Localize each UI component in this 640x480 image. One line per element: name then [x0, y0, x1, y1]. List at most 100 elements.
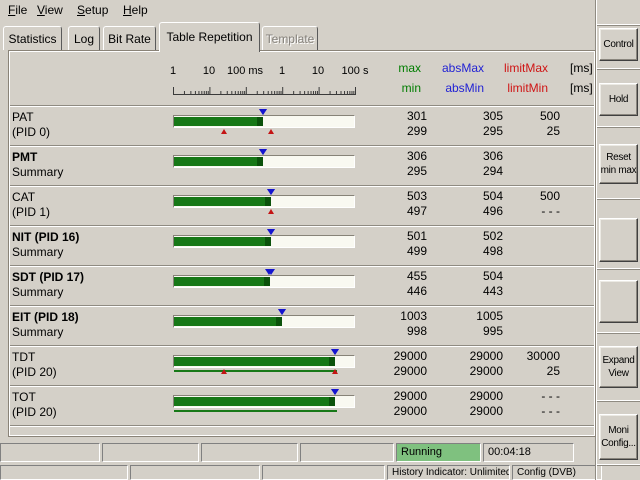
value-absmin: 498	[483, 244, 503, 258]
table-row: PAT(PID 0)30130550029929525	[0, 106, 640, 146]
repetition-bar	[173, 195, 355, 208]
bar-range-tip	[329, 397, 335, 406]
bar-range-tip	[257, 157, 263, 166]
scale-tick-label: 100 ms	[227, 65, 263, 77]
menu-view[interactable]: View	[37, 3, 63, 17]
bar-fill	[174, 397, 335, 406]
value-min: 497	[407, 204, 427, 218]
col-header-unit: [ms]	[570, 81, 593, 95]
abs-marker-icon	[267, 229, 275, 235]
scale-tick-label: 1	[279, 65, 285, 77]
value-absmax: 1005	[476, 309, 503, 323]
status-segment	[300, 443, 394, 462]
col-header-absmax: absMax	[442, 61, 484, 75]
abs-marker-icon	[259, 109, 267, 115]
limit-marker-icon	[268, 209, 274, 214]
limit-marker-icon	[268, 129, 274, 134]
row-sub: Summary	[12, 325, 63, 339]
row-name: TDT	[12, 350, 35, 364]
row-name: SDT (PID 17)	[12, 270, 84, 284]
value-absmax: 29000	[470, 349, 503, 363]
table-row: CAT(PID 1)503504500497496- - -	[0, 186, 640, 226]
value-max: 1003	[400, 309, 427, 323]
col-header-absmin: absMin	[445, 81, 484, 95]
bar-range-tip	[329, 357, 335, 366]
tab-log[interactable]: Log	[68, 26, 100, 50]
repetition-bar	[173, 395, 355, 408]
value-limitmax: 30000	[527, 349, 560, 363]
row-separator	[10, 265, 594, 267]
limit-marker-icon	[332, 369, 338, 374]
bar-fill	[174, 197, 271, 206]
table-row: TDT(PID 20)290002900030000290002900025	[0, 346, 640, 386]
table-row: PMTSummary306306295294	[0, 146, 640, 186]
bar-range-tip	[257, 117, 263, 126]
limit-marker-icon	[221, 369, 227, 374]
row-name: CAT	[12, 190, 35, 204]
value-limitmax: - - -	[541, 389, 560, 403]
limit-marker-icon	[221, 129, 227, 134]
table-row: TOT(PID 20)2900029000- - -2900029000- - …	[0, 386, 640, 426]
repetition-bar	[173, 355, 355, 368]
sidebar-ridge	[597, 24, 640, 26]
value-limitmin: 25	[547, 124, 560, 138]
col-header-limitmax: limitMax	[504, 61, 548, 75]
scale-tick-label: 10	[312, 65, 324, 77]
col-header-min: min	[402, 81, 421, 95]
abs-marker-icon	[259, 149, 267, 155]
table-row: NIT (PID 16)Summary501502499498	[0, 226, 640, 266]
value-min: 499	[407, 244, 427, 258]
bar-range-tip	[276, 317, 282, 326]
table-row: SDT (PID 17)Summary455504446443	[0, 266, 640, 306]
tab-statistics[interactable]: Statistics	[3, 26, 62, 50]
status-segment	[262, 465, 385, 480]
elapsed-time: 00:04:18	[483, 443, 574, 462]
bar-fill	[174, 317, 282, 326]
menubar: File View Setup Help	[0, 0, 640, 21]
control-button[interactable]: Control	[599, 28, 638, 61]
abs-marker-icon	[267, 189, 275, 195]
menu-setup[interactable]: Setup	[77, 3, 108, 17]
bar-fill	[174, 357, 335, 366]
value-min: 295	[407, 164, 427, 178]
bar-min-line	[174, 370, 337, 372]
row-sub: Summary	[12, 165, 63, 179]
value-min: 446	[407, 284, 427, 298]
history-indicator: History Indicator: Unlimited	[387, 465, 510, 480]
status-segment	[0, 465, 128, 480]
tab-template[interactable]: Template	[262, 26, 318, 50]
row-sub: (PID 20)	[12, 405, 57, 419]
tab-bit-rate[interactable]: Bit Rate	[103, 26, 156, 50]
repetition-bar	[173, 315, 355, 328]
running-indicator: Running	[396, 443, 481, 462]
row-sub: Summary	[12, 245, 63, 259]
value-max: 301	[407, 109, 427, 123]
value-limitmin: 25	[547, 364, 560, 378]
row-separator	[10, 105, 594, 107]
row-sub: (PID 0)	[12, 125, 50, 139]
tab-table-repetition[interactable]: Table Repetition	[159, 22, 260, 52]
value-absmin: 29000	[470, 404, 503, 418]
row-name: PAT	[12, 110, 34, 124]
value-min: 998	[407, 324, 427, 338]
value-absmin: 29000	[470, 364, 503, 378]
row-sub: (PID 1)	[12, 205, 50, 219]
value-min: 29000	[394, 364, 427, 378]
bar-range-tip	[265, 237, 271, 246]
row-name: PMT	[12, 150, 37, 164]
value-max: 455	[407, 269, 427, 283]
table-row: EIT (PID 18)Summary10031005998995	[0, 306, 640, 346]
value-absmin: 294	[483, 164, 503, 178]
value-min: 299	[407, 124, 427, 138]
row-separator	[10, 185, 594, 187]
row-separator	[10, 225, 594, 227]
value-limitmin: - - -	[541, 404, 560, 418]
row-separator	[10, 145, 594, 147]
row-separator	[10, 345, 594, 347]
menu-help[interactable]: Help	[123, 3, 148, 17]
scale-tick-label: 1	[170, 65, 176, 77]
sidebar-ridge	[597, 68, 640, 70]
scale-tick-label: 10	[203, 65, 215, 77]
menu-file[interactable]: File	[8, 3, 27, 17]
repetition-bar	[173, 155, 355, 168]
